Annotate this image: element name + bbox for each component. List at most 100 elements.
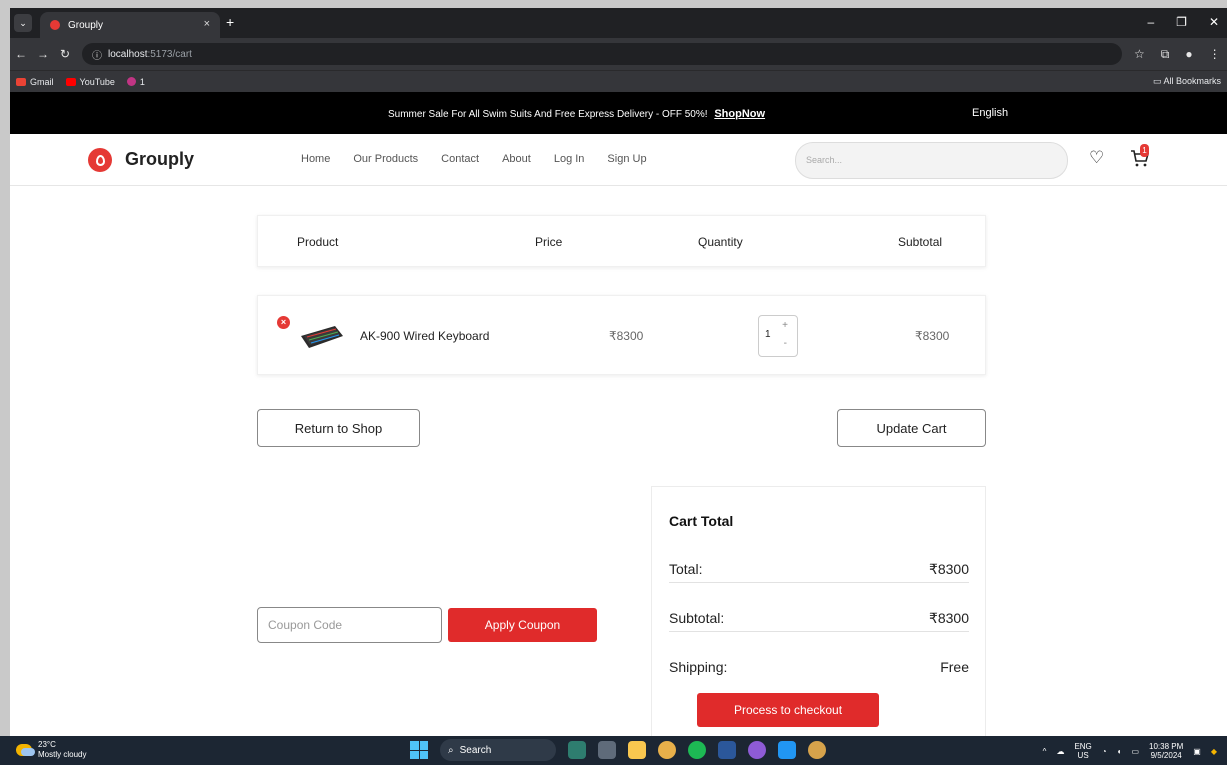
back-icon[interactable]: ← (10, 47, 32, 61)
nav-contact[interactable]: Contact (441, 153, 479, 165)
toolbar-actions: ☆ ⧉ ● ⋮ (1134, 47, 1221, 62)
search-input[interactable]: Search... (795, 142, 1068, 179)
address-bar[interactable]: ⓘ localhost :5173/cart (82, 43, 1122, 65)
shipping-value: Free (940, 659, 969, 675)
volume-icon[interactable]: ◖ (1117, 747, 1122, 756)
total-value: ₹8300 (928, 561, 969, 577)
col-product: Product (297, 235, 339, 249)
bookmarks-bar: Gmail YouTube 1 ▭ All Bookmarks (10, 70, 1227, 92)
language-indicator[interactable]: ENG US (1074, 742, 1091, 760)
battery-icon[interactable]: ▭ (1131, 747, 1139, 756)
tab-close-icon[interactable]: × (204, 18, 210, 30)
col-quantity: Quantity (698, 235, 743, 249)
widgets-app-icon[interactable] (568, 741, 586, 759)
tray-chevron-icon[interactable]: ^ (1043, 747, 1047, 756)
return-to-shop-button[interactable]: Return to Shop (257, 409, 420, 447)
logo-icon[interactable] (88, 148, 112, 172)
cart-badge: 1 (1140, 144, 1149, 157)
new-tab-button[interactable]: + (226, 14, 234, 30)
extensions-icon[interactable]: ⧉ (1161, 47, 1170, 62)
spotify-icon[interactable] (688, 741, 706, 759)
subtotal-label: Subtotal: (669, 610, 725, 626)
promo-text: Summer Sale For All Swim Suits And Free … (388, 109, 708, 120)
reload-icon[interactable]: ↻ (54, 47, 76, 61)
remove-item-icon[interactable]: × (277, 316, 290, 329)
chrome-profile-icon[interactable] (748, 741, 766, 759)
nav-our-products[interactable]: Our Products (353, 153, 418, 165)
nav-home[interactable]: Home (301, 153, 330, 165)
promo-text-wrap: Summer Sale For All Swim Suits And Free … (388, 108, 765, 120)
all-bookmarks-label: All Bookmarks (1163, 76, 1221, 86)
tab-grouply[interactable]: Grouply × (40, 12, 220, 38)
screen: ⌄ Grouply × + – ❐ ✕ ← → ↻ ⓘ localhost :5… (0, 0, 1227, 765)
main-nav: Home Our Products Contact About Log In S… (301, 153, 647, 165)
product-name[interactable]: AK-900 Wired Keyboard (360, 329, 489, 343)
menu-icon[interactable]: ⋮ (1209, 47, 1221, 62)
update-cart-button[interactable]: Update Cart (837, 409, 986, 447)
forward-icon[interactable]: → (32, 47, 54, 61)
wishlist-heart-icon[interactable]: ♡ (1089, 148, 1104, 168)
lang-secondary: US (1077, 751, 1089, 760)
bookmark-gmail[interactable]: Gmail (16, 77, 54, 87)
quantity-stepper[interactable]: 1 + - (758, 315, 798, 357)
bookmark-label: 1 (139, 76, 145, 87)
product-subtotal: ₹8300 (915, 329, 950, 343)
taskbar-search-label: Search (459, 744, 492, 756)
bookmark-label: YouTube (79, 76, 115, 87)
col-price: Price (535, 235, 563, 249)
all-bookmarks[interactable]: ▭ All Bookmarks (1153, 76, 1221, 87)
start-icon[interactable] (410, 741, 428, 759)
cart-total-title: Cart Total (669, 513, 734, 529)
notification-icon[interactable]: ▣ (1193, 747, 1201, 756)
task-view-icon[interactable] (598, 741, 616, 759)
cart-row: × AK-900 Wired Keyboard ₹8300 1 + - ₹830… (257, 295, 986, 375)
increment-icon[interactable]: + (782, 320, 788, 331)
site-info-icon[interactable]: ⓘ (92, 47, 102, 62)
bookmark-label: Gmail (30, 76, 54, 87)
logo-text[interactable]: Grouply (125, 149, 194, 170)
shipping-label: Shipping: (669, 659, 728, 675)
tab-search-icon[interactable]: ⌄ (14, 14, 32, 32)
window-controls: – ❐ ✕ (1147, 15, 1219, 29)
close-window-icon[interactable]: ✕ (1209, 15, 1219, 29)
nav-sign-up[interactable]: Sign Up (607, 153, 646, 165)
file-explorer-icon[interactable] (628, 741, 646, 759)
wifi-icon[interactable]: ◔ (1102, 747, 1107, 756)
tab-title: Grouply (68, 19, 104, 31)
profile-icon[interactable]: ● (1185, 47, 1192, 62)
bookmark-instagram[interactable]: 1 (126, 76, 145, 87)
coupon-code-input[interactable]: Coupon Code (257, 607, 442, 643)
chrome-canary-icon[interactable] (808, 741, 826, 759)
system-tray: ^ ☁ ENG US ◔ ◖ ▭ 10:38 PM 9/5/2024 ▣ ◆ (1043, 742, 1217, 760)
clock[interactable]: 10:38 PM 9/5/2024 (1149, 742, 1183, 760)
cart-table-header: Product Price Quantity Subtotal (257, 215, 986, 267)
onedrive-icon[interactable]: ☁ (1056, 747, 1064, 756)
minimize-icon[interactable]: – (1147, 15, 1154, 29)
taskbar-search[interactable]: ⌕ Search (440, 739, 556, 761)
chrome-icon[interactable] (658, 741, 676, 759)
apply-coupon-button[interactable]: Apply Coupon (448, 608, 597, 642)
bookmark-star-icon[interactable]: ☆ (1134, 47, 1145, 62)
quantity-value[interactable]: 1 (765, 329, 771, 340)
browser-window: ⌄ Grouply × + – ❐ ✕ ← → ↻ ⓘ localhost :5… (10, 8, 1227, 736)
vscode-icon[interactable] (778, 741, 796, 759)
cart-icon[interactable]: 1 (1130, 144, 1150, 168)
youtube-icon (65, 77, 76, 86)
weather-icon (16, 744, 35, 756)
nav-about[interactable]: About (502, 153, 531, 165)
bookmark-youtube[interactable]: YouTube (65, 76, 115, 87)
nav-log-in[interactable]: Log In (554, 153, 585, 165)
clock-date: 9/5/2024 (1150, 751, 1182, 760)
weather-text: 23°C Mostly cloudy (38, 740, 86, 760)
shop-now-link[interactable]: ShopNow (714, 108, 765, 120)
copilot-icon[interactable]: ◆ (1211, 747, 1217, 756)
restore-icon[interactable]: ❐ (1176, 15, 1187, 29)
language-select[interactable]: English (972, 107, 1008, 119)
taskbar: 23°C Mostly cloudy ⌕ Search ^ ☁ ENG US ◔… (0, 736, 1227, 765)
checkout-button[interactable]: Process to checkout (697, 693, 879, 727)
total-label: Total: (669, 561, 703, 577)
word-icon[interactable] (718, 741, 736, 759)
subtotal-row: Subtotal: ₹8300 (669, 610, 969, 632)
weather-widget[interactable]: 23°C Mostly cloudy (16, 740, 86, 760)
decrement-icon[interactable]: - (784, 338, 787, 349)
